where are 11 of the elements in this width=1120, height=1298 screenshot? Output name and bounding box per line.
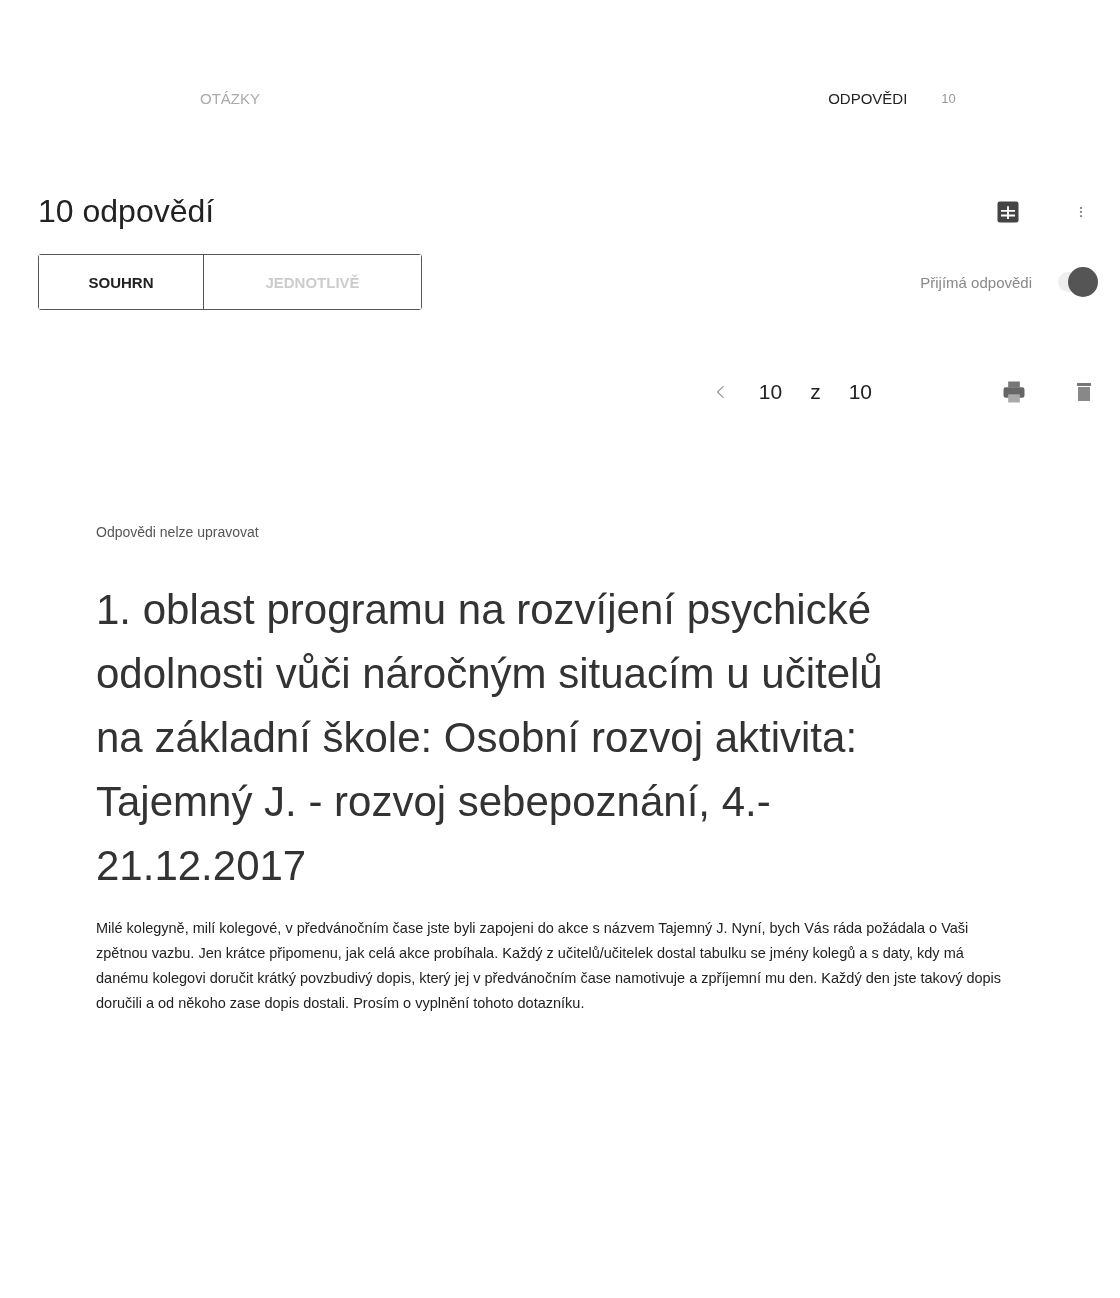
total-responses-number: 10 xyxy=(848,380,872,404)
accepting-responses-label: Přijímá odpovědi xyxy=(920,273,1032,291)
accepting-responses-toggle[interactable] xyxy=(1058,267,1098,297)
responses-count-title: 10 odpovědí xyxy=(38,193,215,230)
form-title: 1. oblast programu na rozvíjení psychické odolnosti vůči náročným situacím u učitelů na základní škole: Osobní rozvoj aktivita: Tajemný J. - rozvoj sebepoznání, 4.- 21.12.2017 xyxy=(96,585,884,891)
response-count-label: 10 xyxy=(941,91,956,106)
form-description: Milé kolegyně, milí kolegové, v předvánočním čase jste byli zapojeni do akce s názvem Tajemný J. Nyní, bych Vás ráda požádala o Vaši zpětnou vazbu. Jen krátce připomenu, jak celá akce probíhala. Každý z učitelů/učitelek dostal tabulku se jmény kolegů a s daty, kdy má danému kolegovi doručit krátký povzbudivý dopis, který jej v předvánočním čase namotivuje a zpříjemní mu den. Každý den jste takový dopis doručili a od někoho zase dopis dostali. Prosím o vyplnění tohoto dotazníku. xyxy=(96,919,1003,1013)
pager-separator: z xyxy=(810,380,821,404)
tab[interactable]: ODPOVĚDI xyxy=(824,86,912,111)
read-only-notice: Odpovědi nelze upravovat xyxy=(96,524,260,540)
current-response-number: 10 xyxy=(758,380,783,404)
